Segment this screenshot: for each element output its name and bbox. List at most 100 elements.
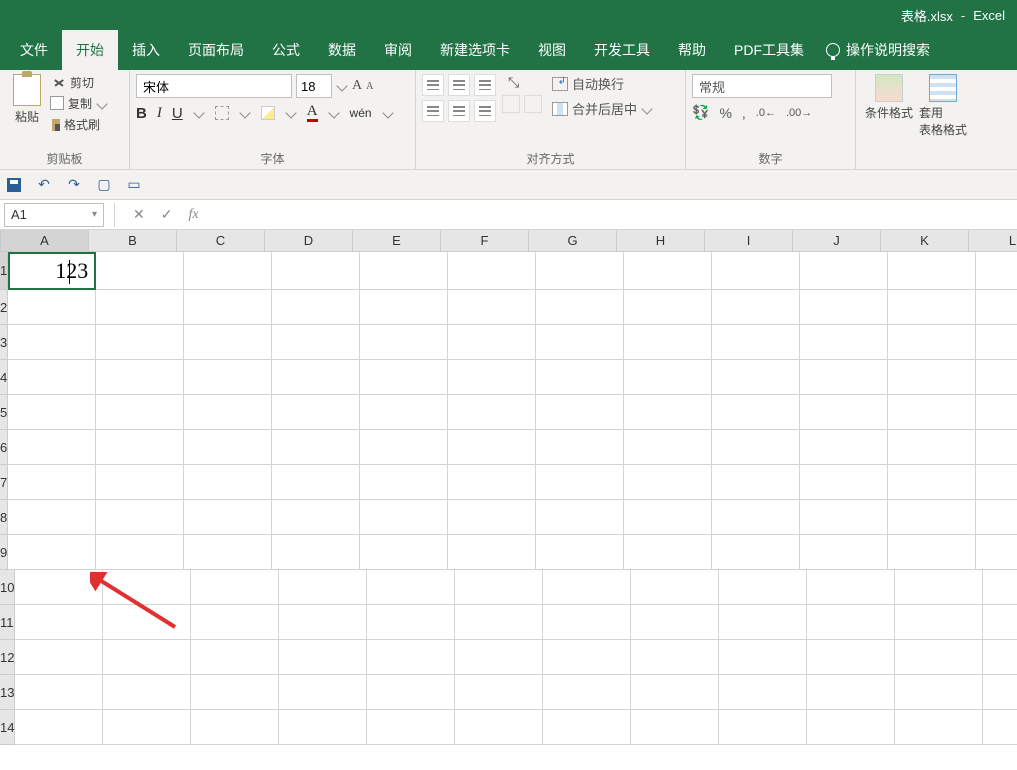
cell-F8[interactable] [448, 500, 536, 535]
cell-H1[interactable] [624, 252, 712, 290]
cell-J4[interactable] [800, 360, 888, 395]
decrease-font-button[interactable]: A [366, 81, 373, 92]
cell-J8[interactable] [800, 500, 888, 535]
save-button[interactable] [6, 177, 22, 193]
cell-D8[interactable] [272, 500, 360, 535]
align-top-right-button[interactable] [474, 74, 496, 96]
cell-A2[interactable] [8, 290, 96, 325]
confirm-edit-button[interactable]: ✓ [161, 206, 173, 223]
row-header-4[interactable]: 4 [0, 360, 8, 395]
cell-A9[interactable] [8, 535, 96, 570]
cell-B6[interactable] [96, 430, 184, 465]
cell-G9[interactable] [536, 535, 624, 570]
row-header-14[interactable]: 14 [0, 710, 15, 745]
cell-J7[interactable] [800, 465, 888, 500]
row-header-1[interactable]: 1 [0, 252, 8, 290]
name-box[interactable]: A1 ▾ [4, 203, 104, 227]
cell-E2[interactable] [360, 290, 448, 325]
cell-I7[interactable] [712, 465, 800, 500]
chevron-down-icon[interactable] [239, 107, 250, 118]
tab-new[interactable]: 新建选项卡 [426, 30, 524, 70]
cell-I12[interactable] [719, 640, 807, 675]
copy-button[interactable]: 复制 [52, 95, 108, 112]
cell-C3[interactable] [184, 325, 272, 360]
tab-view[interactable]: 视图 [524, 30, 580, 70]
cell-D11[interactable] [279, 605, 367, 640]
cell-D1[interactable] [272, 252, 360, 290]
cell-J13[interactable] [807, 675, 895, 710]
cell-K4[interactable] [888, 360, 976, 395]
cell-K12[interactable] [895, 640, 983, 675]
cell-G8[interactable] [536, 500, 624, 535]
cell-A8[interactable] [8, 500, 96, 535]
format-painter-button[interactable]: 格式刷 [52, 116, 108, 133]
col-header-C[interactable]: C [177, 230, 265, 251]
cell-J5[interactable] [800, 395, 888, 430]
percent-button[interactable]: % [719, 105, 731, 121]
increase-indent-button[interactable] [524, 95, 542, 113]
cell-G10[interactable] [543, 570, 631, 605]
conditional-format-button[interactable]: 条件格式 [862, 74, 916, 121]
insert-function-button[interactable]: fx [188, 207, 198, 223]
cell-F7[interactable] [448, 465, 536, 500]
cell-I3[interactable] [712, 325, 800, 360]
col-header-F[interactable]: F [441, 230, 529, 251]
cell-B3[interactable] [96, 325, 184, 360]
italic-button[interactable]: I [157, 105, 162, 122]
tab-home[interactable]: 开始 [62, 30, 118, 70]
cell-L12[interactable] [983, 640, 1017, 675]
row-header-7[interactable]: 7 [0, 465, 8, 500]
cell-J1[interactable] [800, 252, 888, 290]
cell-E8[interactable] [360, 500, 448, 535]
cell-A6[interactable] [8, 430, 96, 465]
redo-button[interactable]: ↷ [66, 177, 82, 193]
cell-G1[interactable] [536, 252, 624, 290]
font-size-input[interactable] [296, 74, 332, 98]
cell-C8[interactable] [184, 500, 272, 535]
wrap-text-button[interactable]: 自动换行 [552, 74, 653, 93]
cell-L11[interactable] [983, 605, 1017, 640]
chevron-down-icon[interactable] [193, 107, 204, 118]
qat-button-1[interactable]: ▢ [96, 177, 112, 193]
cell-F3[interactable] [448, 325, 536, 360]
cell-I8[interactable] [712, 500, 800, 535]
cell-D12[interactable] [279, 640, 367, 675]
cell-H6[interactable] [624, 430, 712, 465]
cell-E13[interactable] [367, 675, 455, 710]
cell-G12[interactable] [543, 640, 631, 675]
number-format-select[interactable] [692, 74, 832, 98]
cell-F9[interactable] [448, 535, 536, 570]
chevron-down-icon[interactable] [336, 80, 347, 91]
cell-J11[interactable] [807, 605, 895, 640]
cell-I10[interactable] [719, 570, 807, 605]
cell-B5[interactable] [96, 395, 184, 430]
row-header-12[interactable]: 12 [0, 640, 15, 675]
format-as-table-button[interactable]: 套用 表格格式 [916, 74, 970, 138]
cell-G4[interactable] [536, 360, 624, 395]
col-header-B[interactable]: B [89, 230, 177, 251]
cell-K6[interactable] [888, 430, 976, 465]
cell-A12[interactable] [15, 640, 103, 675]
cell-D14[interactable] [279, 710, 367, 745]
cell-D10[interactable] [279, 570, 367, 605]
cut-button[interactable]: 剪切 [52, 74, 108, 91]
cell-E1[interactable] [360, 252, 448, 290]
cell-E5[interactable] [360, 395, 448, 430]
decrease-decimal-button[interactable]: .00→ [786, 107, 812, 119]
col-header-G[interactable]: G [529, 230, 617, 251]
cell-H5[interactable] [624, 395, 712, 430]
cell-D4[interactable] [272, 360, 360, 395]
cell-A3[interactable] [8, 325, 96, 360]
cell-J12[interactable] [807, 640, 895, 675]
cell-G3[interactable] [536, 325, 624, 360]
cell-B14[interactable] [103, 710, 191, 745]
col-header-L[interactable]: L [969, 230, 1017, 251]
cell-H2[interactable] [624, 290, 712, 325]
cell-H7[interactable] [624, 465, 712, 500]
cell-D2[interactable] [272, 290, 360, 325]
cell-J14[interactable] [807, 710, 895, 745]
cell-L13[interactable] [983, 675, 1017, 710]
cell-C4[interactable] [184, 360, 272, 395]
col-header-K[interactable]: K [881, 230, 969, 251]
undo-button[interactable]: ↶ [36, 177, 52, 193]
